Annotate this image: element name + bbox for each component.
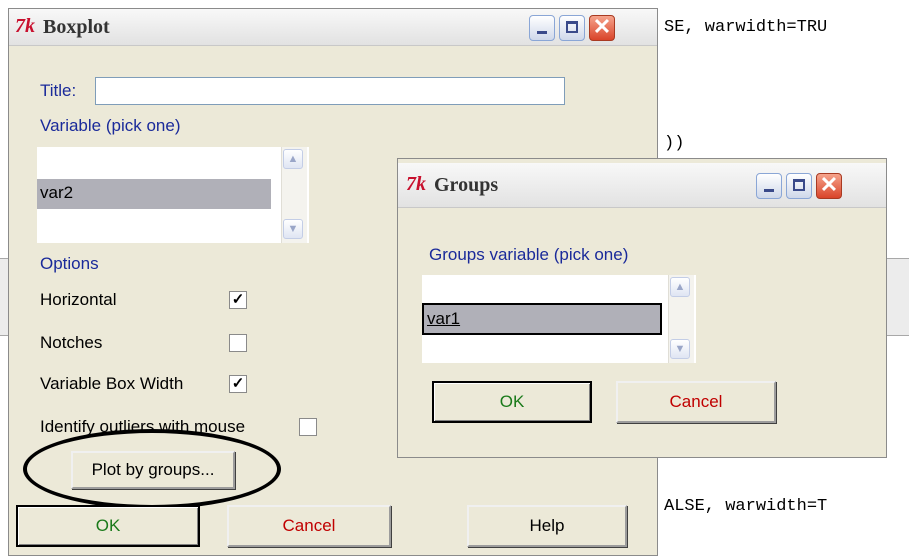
- variable-listbox[interactable]: var2 ▲ ▼: [37, 147, 309, 243]
- cancel-button[interactable]: Cancel: [227, 505, 391, 547]
- groups-scrollbar[interactable]: ▲ ▼: [668, 275, 694, 363]
- option-label: Notches: [40, 333, 103, 352]
- title-input[interactable]: [95, 77, 565, 105]
- close-icon: ✕: [819, 172, 839, 197]
- cancel-button[interactable]: Cancel: [616, 381, 776, 423]
- list-item[interactable]: var2: [37, 179, 271, 209]
- maximize-button[interactable]: [786, 173, 812, 199]
- window-title: Boxplot: [43, 16, 110, 38]
- boxplot-titlebar[interactable]: 7k Boxplot ✕: [9, 9, 657, 46]
- title-label: Title:: [40, 81, 77, 100]
- option-label: Horizontal: [40, 290, 117, 309]
- check-icon: ✓: [231, 375, 245, 392]
- ok-button[interactable]: OK: [16, 505, 200, 547]
- variable-label: Variable (pick one): [40, 116, 181, 135]
- help-button[interactable]: Help: [467, 505, 627, 547]
- list-item[interactable]: var1: [422, 303, 662, 335]
- tk-logo: 7k: [406, 173, 426, 195]
- option-label: Variable Box Width: [40, 374, 184, 393]
- minimize-icon: [537, 31, 547, 34]
- maximize-button[interactable]: [559, 15, 585, 41]
- minimize-button[interactable]: [756, 173, 782, 199]
- scroll-down-icon[interactable]: ▼: [670, 339, 690, 359]
- code-line: )): [664, 134, 685, 153]
- identify-outliers-checkbox[interactable]: [299, 418, 317, 436]
- groups-titlebar[interactable]: 7k Groups ✕: [398, 163, 886, 208]
- close-icon: ✕: [592, 14, 612, 39]
- groups-variable-label: Groups variable (pick one): [429, 245, 629, 264]
- scroll-down-icon[interactable]: ▼: [283, 219, 303, 239]
- code-line: ALSE, warwidth=T: [664, 497, 828, 516]
- window-title: Groups: [434, 174, 499, 196]
- maximize-icon: [566, 21, 578, 33]
- scroll-up-icon[interactable]: ▲: [283, 149, 303, 169]
- variable-scrollbar[interactable]: ▲ ▼: [281, 147, 307, 243]
- groups-dialog: 7k Groups ✕ Groups variable (pick one) v…: [397, 158, 887, 458]
- minimize-icon: [764, 189, 774, 192]
- minimize-button[interactable]: [529, 15, 555, 41]
- scroll-up-icon[interactable]: ▲: [670, 277, 690, 297]
- close-button[interactable]: ✕: [589, 14, 615, 41]
- maximize-icon: [793, 179, 805, 191]
- notches-checkbox[interactable]: [229, 334, 247, 352]
- check-icon: ✓: [231, 291, 245, 308]
- tk-logo: 7k: [15, 15, 35, 37]
- variable-box-width-checkbox[interactable]: ✓: [229, 375, 247, 393]
- background-strip: [884, 258, 909, 336]
- highlight-ellipse: [23, 429, 281, 509]
- horizontal-checkbox[interactable]: ✓: [229, 291, 247, 309]
- close-button[interactable]: ✕: [816, 172, 842, 199]
- code-line: SE, warwidth=TRU: [664, 18, 828, 37]
- ok-button[interactable]: OK: [432, 381, 592, 423]
- groups-listbox[interactable]: var1 ▲ ▼: [422, 275, 696, 363]
- options-label: Options: [40, 254, 99, 273]
